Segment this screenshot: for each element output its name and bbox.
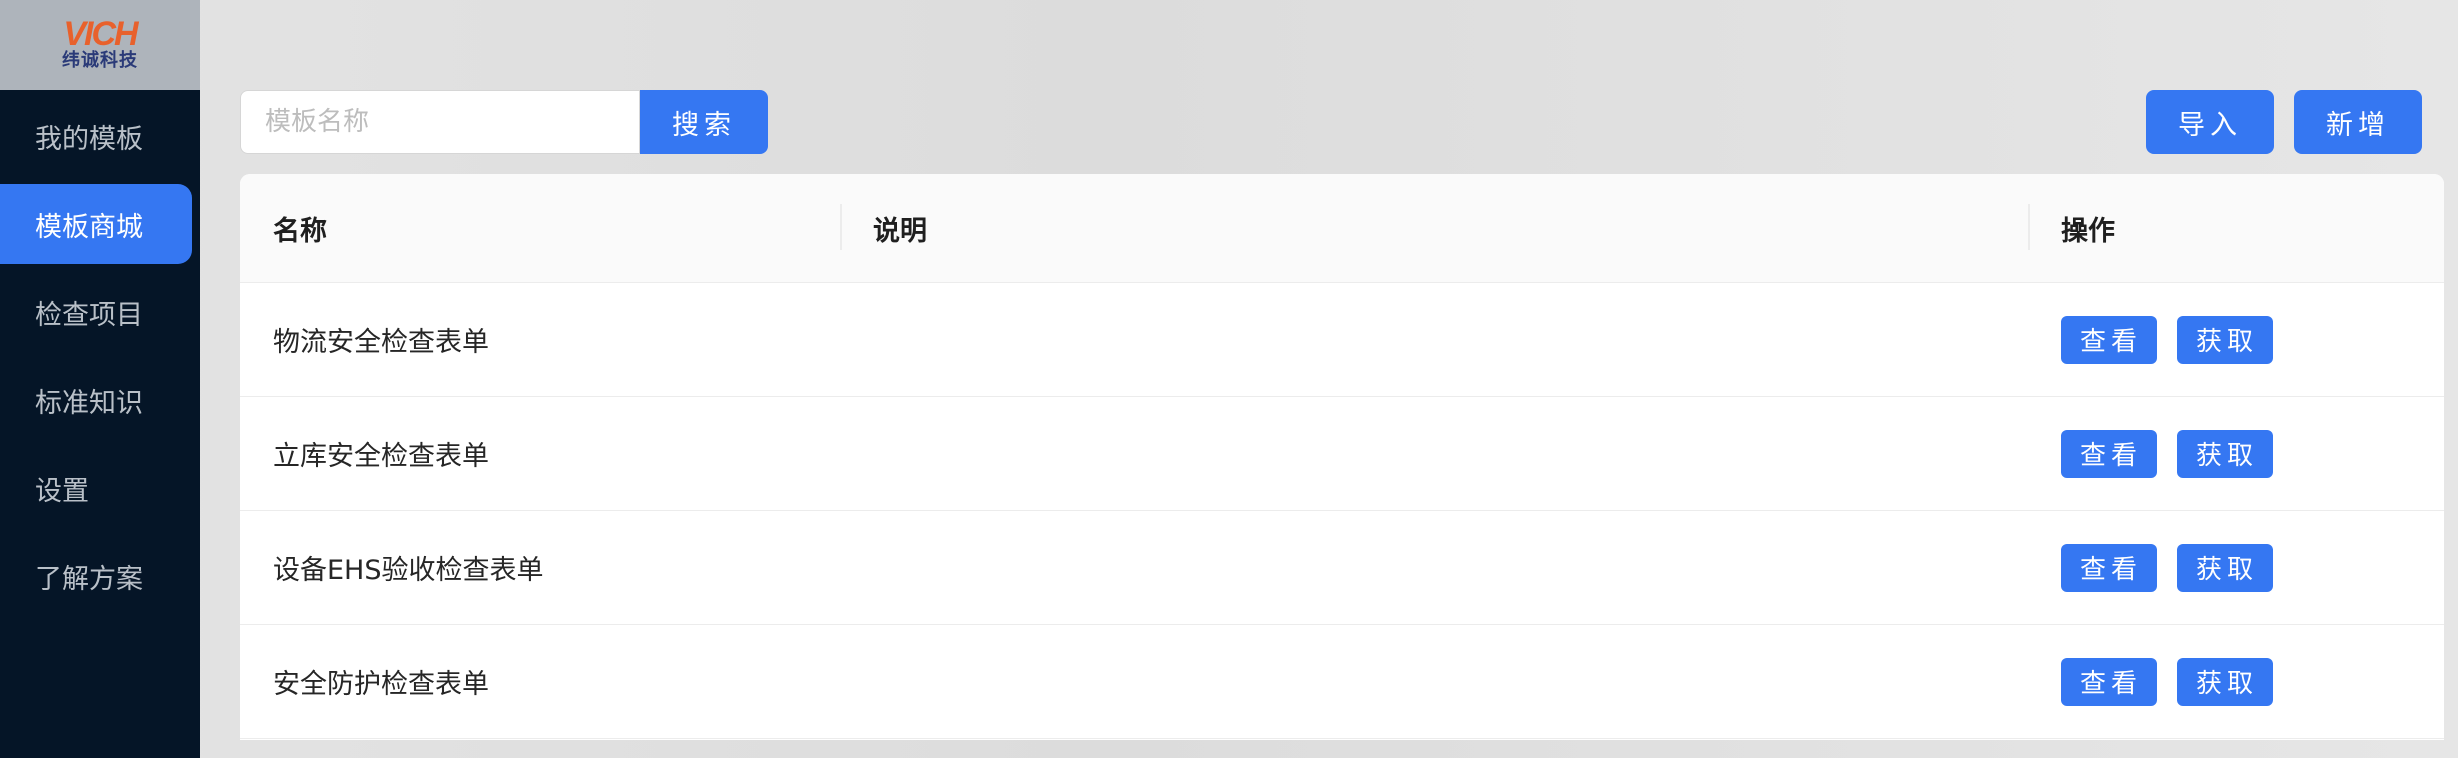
sidebar-item-template-store[interactable]: 模板商城 <box>0 184 192 264</box>
view-button[interactable]: 查看 <box>2061 429 2157 478</box>
search-button[interactable]: 搜索 <box>640 90 768 154</box>
column-header-name: 名称 <box>273 215 327 247</box>
sidebar-nav: 我的模板 模板商城 检查项目 标准知识 设置 了解方案 <box>0 90 200 616</box>
sidebar-item-label: 设置 <box>35 475 89 507</box>
column-header-desc: 说明 <box>840 174 2028 282</box>
table-header: 名称 说明 操作 <box>240 174 2444 283</box>
sidebar-item-standards[interactable]: 标准知识 <box>0 360 192 440</box>
sidebar-item-label: 了解方案 <box>35 563 143 595</box>
cell-name: 安全防护检查表单 <box>273 669 489 700</box>
search-input[interactable] <box>240 90 640 154</box>
view-button[interactable]: 查看 <box>2061 657 2157 706</box>
cell-desc <box>840 511 2028 624</box>
sidebar-item-label: 检查项目 <box>35 299 143 331</box>
sidebar-item-solutions[interactable]: 了解方案 <box>0 536 192 616</box>
cell-actions: 查看 获取 <box>2028 397 2444 510</box>
table-row: 设备EHS验收检查表单 查看 获取 <box>240 511 2444 625</box>
sidebar-item-my-templates[interactable]: 我的模板 <box>0 96 192 176</box>
get-button[interactable]: 获取 <box>2177 315 2273 364</box>
sidebar-item-label: 标准知识 <box>35 387 143 419</box>
view-button[interactable]: 查看 <box>2061 315 2157 364</box>
sidebar-item-settings[interactable]: 设置 <box>0 448 192 528</box>
column-header-op: 操作 <box>2028 174 2444 282</box>
get-button[interactable]: 获取 <box>2177 543 2273 592</box>
cell-desc <box>840 283 2028 396</box>
cell-name: 设备EHS验收检查表单 <box>273 555 544 586</box>
logo-mark: VICH <box>63 15 138 53</box>
sidebar-item-label: 模板商城 <box>35 211 143 243</box>
cell-desc <box>840 625 2028 738</box>
sidebar-item-check-items[interactable]: 检查项目 <box>0 272 192 352</box>
add-button[interactable]: 新增 <box>2294 90 2422 154</box>
import-button[interactable]: 导入 <box>2146 90 2274 154</box>
template-table: 名称 说明 操作 物流安全检查表单 查看 获取 立库安全检查表单 查看 获取 设… <box>240 174 2444 740</box>
table-row: 立库安全检查表单 查看 获取 <box>240 397 2444 511</box>
view-button[interactable]: 查看 <box>2061 543 2157 592</box>
logo[interactable]: VICH 纬诚科技 <box>0 0 200 90</box>
sidebar: VICH 纬诚科技 我的模板 模板商城 检查项目 标准知识 设置 了解方案 <box>0 0 200 758</box>
app-window: VICH 纬诚科技 我的模板 模板商城 检查项目 标准知识 设置 了解方案 搜索… <box>0 0 2458 758</box>
cell-actions: 查看 获取 <box>2028 511 2444 624</box>
cell-name: 物流安全检查表单 <box>273 327 489 358</box>
cell-name: 立库安全检查表单 <box>273 441 489 472</box>
get-button[interactable]: 获取 <box>2177 429 2273 478</box>
cell-actions: 查看 获取 <box>2028 625 2444 738</box>
get-button[interactable]: 获取 <box>2177 657 2273 706</box>
cell-actions: 查看 获取 <box>2028 283 2444 396</box>
table-row: 安全防护检查表单 查看 获取 <box>240 625 2444 739</box>
sidebar-item-label: 我的模板 <box>35 123 143 155</box>
table-row: 物流安全检查表单 查看 获取 <box>240 283 2444 397</box>
logo-text: 纬诚科技 <box>62 50 138 71</box>
cell-desc <box>840 397 2028 510</box>
